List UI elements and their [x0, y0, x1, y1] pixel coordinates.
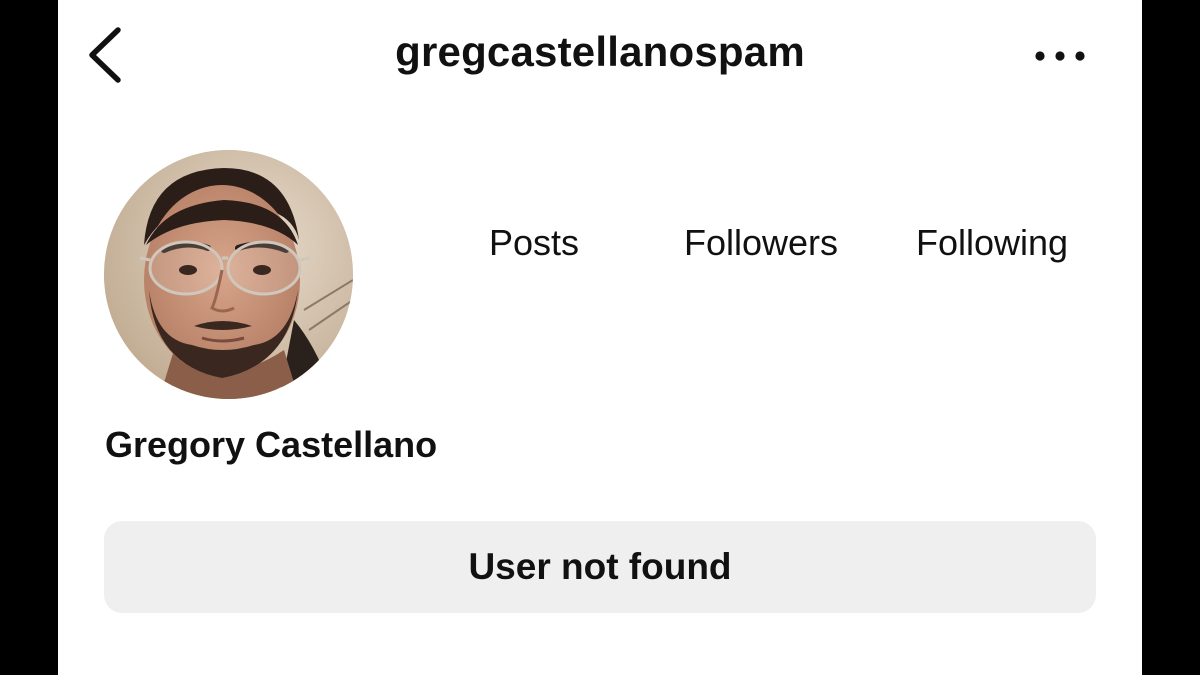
more-options-button[interactable] [1028, 36, 1092, 76]
more-horizontal-icon [1035, 51, 1085, 61]
following-stat-label[interactable]: Following [916, 222, 1068, 264]
avatar-photo [104, 150, 353, 399]
profile-display-name: Gregory Castellano [105, 424, 438, 465]
profile-avatar[interactable] [104, 150, 353, 399]
profile-username: gregcastellanospam [395, 28, 805, 75]
profile-header: gregcastellanospam [58, 0, 1142, 110]
posts-stat-label[interactable]: Posts [489, 222, 579, 264]
user-not-found-button[interactable]: User not found [104, 521, 1096, 613]
followers-stat-label[interactable]: Followers [684, 222, 838, 264]
profile-screen: gregcastellanospam Posts Followers Follo… [58, 0, 1142, 675]
